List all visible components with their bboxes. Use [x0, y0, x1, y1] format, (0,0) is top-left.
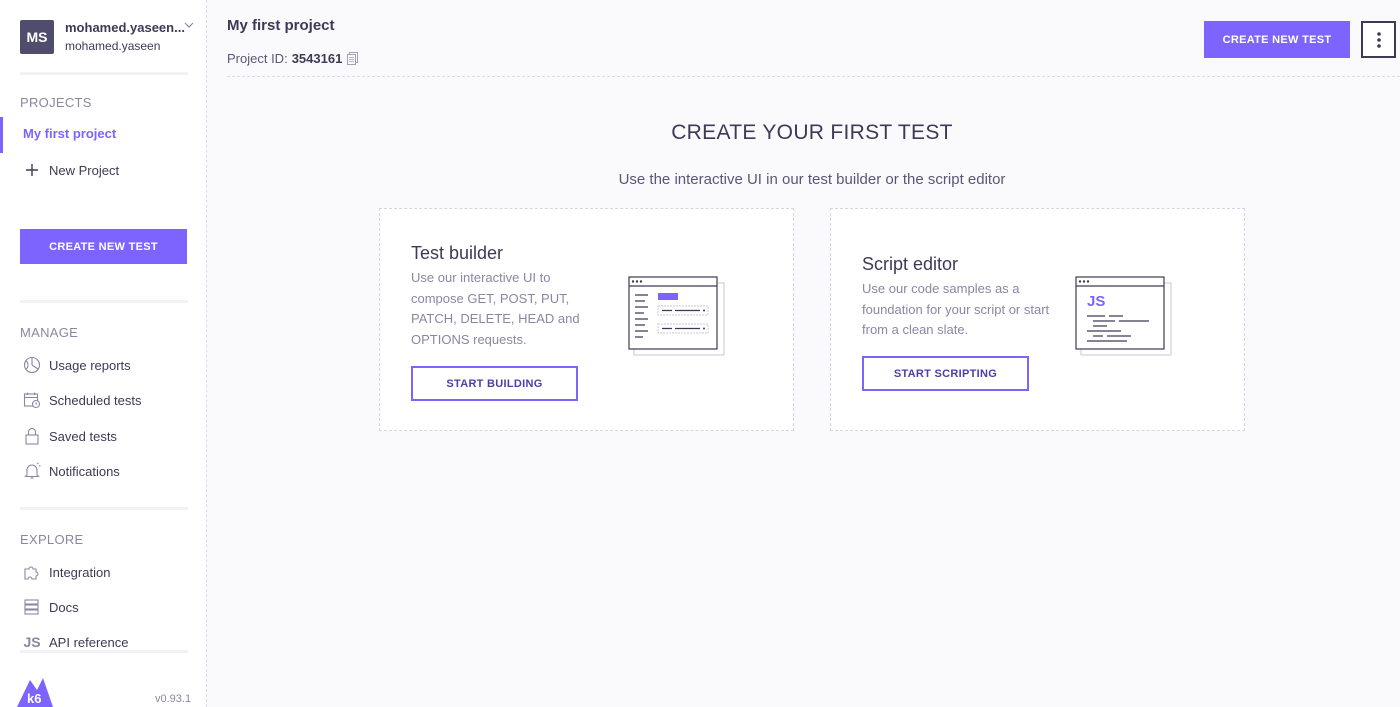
sidebar-item-notifications[interactable]: Notifications [22, 460, 192, 482]
new-project-label: New Project [49, 162, 120, 178]
script-editor-card: Script editor Use our code samples as a … [830, 208, 1245, 431]
sidebar-item-docs[interactable]: Docs [22, 596, 192, 618]
sidebar-item-label: My first project [23, 126, 117, 141]
sidebar-item-label: Integration [49, 564, 111, 580]
start-building-button[interactable]: START BUILDING [411, 366, 578, 401]
user-name: mohamed.yaseen... [65, 20, 185, 35]
project-id-value: 3543161 [291, 51, 343, 66]
sidebar-create-test-button[interactable]: CREATE NEW TEST [20, 229, 187, 264]
new-project-button[interactable]: New Project [22, 159, 192, 181]
js-icon: JS [23, 634, 41, 650]
copy-icon[interactable] [347, 52, 359, 65]
card-description: Use our interactive UI to compose GET, P… [411, 270, 580, 347]
version-label: v0.93.1 [155, 693, 192, 705]
sidebar-item-integration[interactable]: Integration [22, 561, 192, 583]
sidebar-item-label: Saved tests [49, 428, 117, 444]
logo-text: k6 [27, 691, 41, 706]
main-title: CREATE YOUR FIRST TEST [671, 121, 953, 144]
project-id: Project ID: 3543161 [227, 51, 359, 66]
create-new-test-button[interactable]: CREATE NEW TEST [1204, 21, 1350, 58]
sidebar-item-label: Notifications [49, 463, 120, 479]
script-editor-illustration-icon: JS [1075, 276, 1172, 356]
card-title: Script editor [862, 254, 959, 274]
explore-label: EXPLORE [20, 532, 84, 547]
chevron-down-icon[interactable] [184, 21, 194, 29]
sidebar-item-label: Scheduled tests [49, 392, 142, 408]
puzzle-icon [22, 563, 42, 581]
docs-stack-icon [22, 598, 42, 616]
test-builder-card: Test builder Use our interactive UI to c… [379, 208, 794, 431]
avatar[interactable]: MS [20, 20, 54, 54]
pie-chart-icon [22, 356, 42, 374]
kebab-menu-icon [1376, 31, 1381, 48]
user-menu[interactable]: MS mohamed.yaseen... mohamed.yaseen [20, 18, 198, 58]
k6-logo[interactable]: k6 [17, 670, 53, 707]
page-title: My first project [227, 17, 335, 34]
sidebar-item-saved-tests[interactable]: Saved tests [22, 425, 192, 447]
sidebar-item-label: API reference [49, 634, 129, 650]
divider [20, 300, 188, 303]
card-title: Test builder [411, 243, 504, 263]
bell-icon [22, 462, 42, 480]
sidebar-item-scheduled-tests[interactable]: Scheduled tests [22, 389, 192, 411]
divider [20, 72, 188, 75]
manage-label: MANAGE [20, 325, 79, 340]
header-divider [227, 76, 1400, 77]
project-id-label: Project ID: [227, 51, 288, 66]
card-description: Use our code samples as a foundation for… [862, 281, 1050, 337]
sidebar-item-label: Usage reports [49, 357, 131, 373]
sidebar-item-my-first-project[interactable]: My first project [0, 117, 190, 153]
main-subtitle: Use the interactive UI in our test build… [618, 171, 1006, 188]
test-builder-illustration-icon [628, 276, 725, 356]
plus-icon [22, 161, 42, 179]
sidebar-item-label: Docs [49, 599, 79, 615]
sidebar-item-usage-reports[interactable]: Usage reports [22, 354, 192, 376]
divider [20, 650, 188, 653]
lock-icon [22, 427, 42, 445]
js-text: JS [1087, 293, 1105, 310]
more-options-button[interactable] [1361, 21, 1396, 58]
calendar-clock-icon [22, 391, 42, 409]
user-subname: mohamed.yaseen [65, 39, 161, 53]
projects-label: PROJECTS [20, 95, 92, 110]
start-scripting-button[interactable]: START SCRIPTING [862, 356, 1029, 391]
sidebar: MS mohamed.yaseen... mohamed.yaseen PROJ… [0, 0, 207, 707]
divider [20, 507, 188, 510]
